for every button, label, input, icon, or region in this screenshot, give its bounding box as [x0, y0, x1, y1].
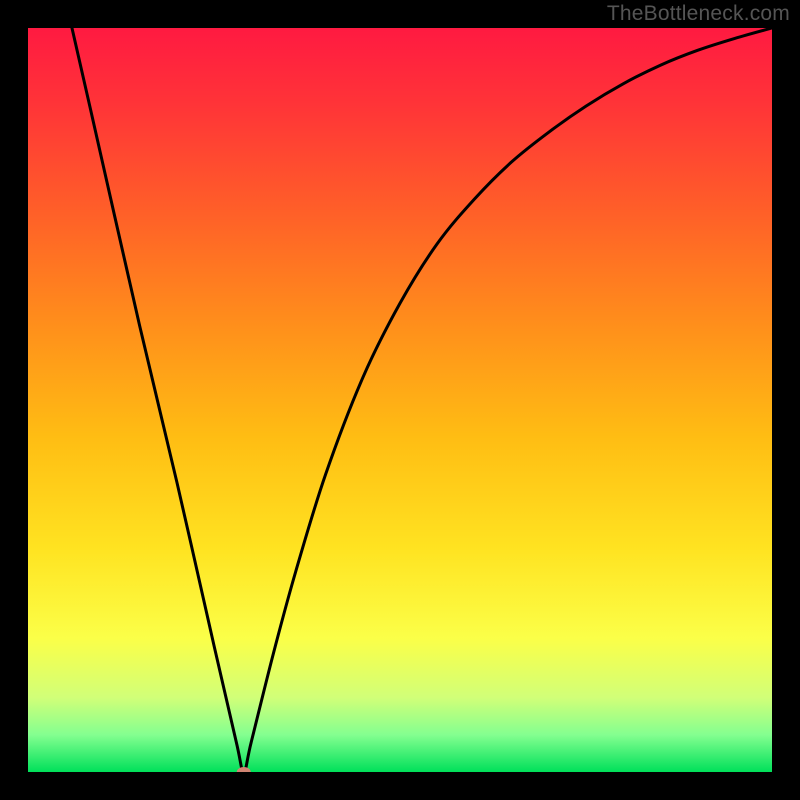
watermark-text: TheBottleneck.com: [607, 2, 790, 26]
gradient-background: [28, 28, 772, 772]
plot-area: [28, 28, 772, 772]
plot-svg: [28, 28, 772, 772]
chart-container: TheBottleneck.com: [0, 0, 800, 800]
